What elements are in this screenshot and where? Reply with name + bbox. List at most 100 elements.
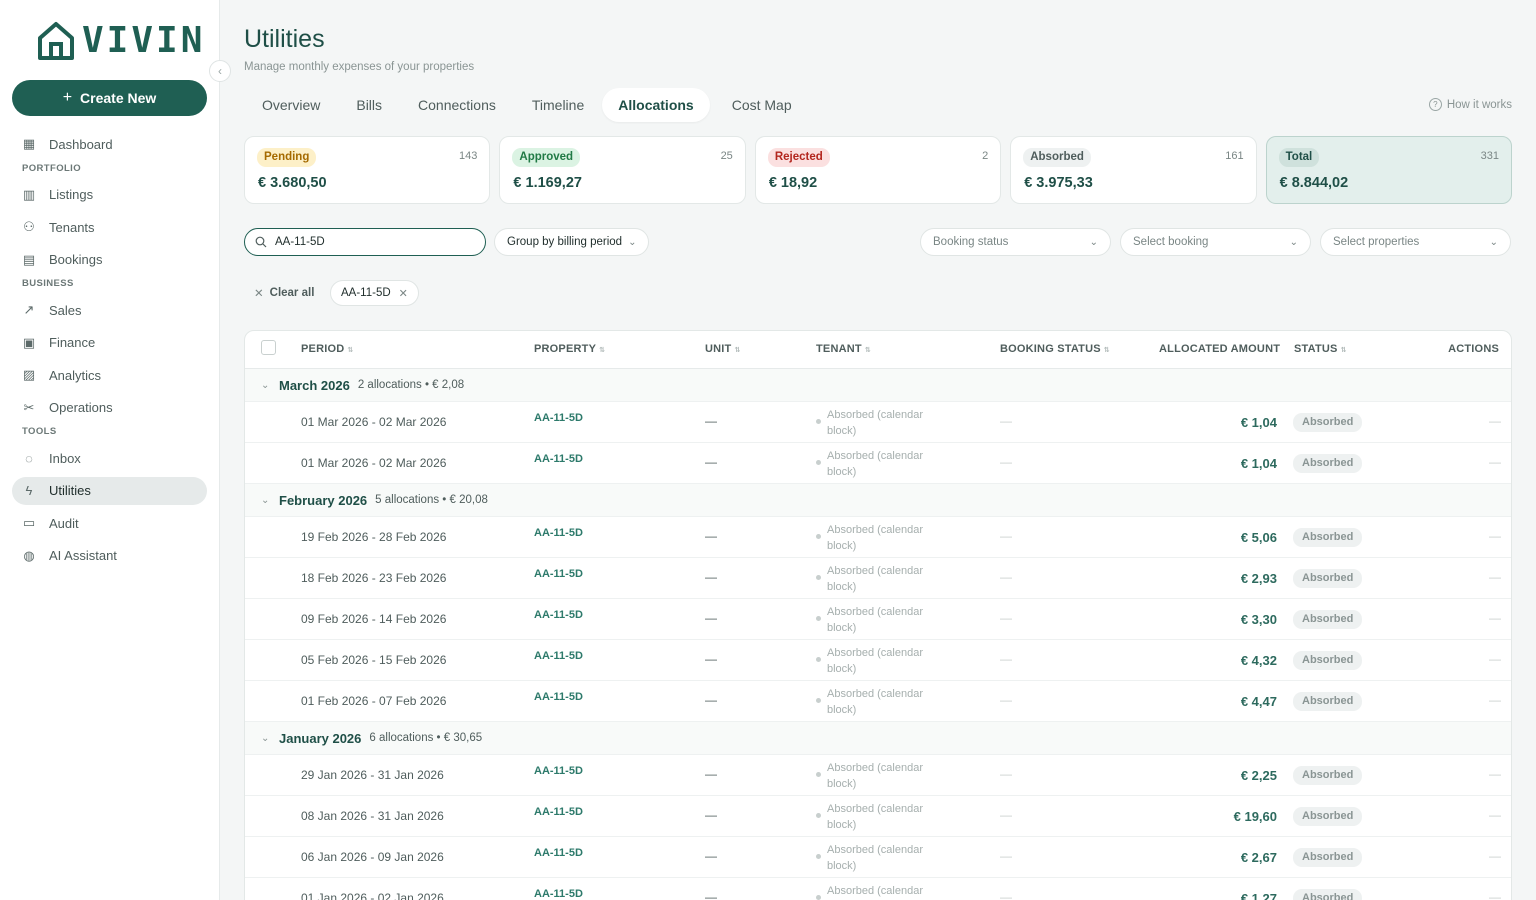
col-tenant[interactable]: TENANT ⇅ xyxy=(816,343,871,355)
how-it-works-link[interactable]: ? How it works xyxy=(1428,98,1512,111)
tab-timeline[interactable]: Timeline xyxy=(514,88,598,122)
col-period[interactable]: PERIOD ⇅ xyxy=(301,343,353,355)
nav-section-label: TOOLS xyxy=(22,426,57,437)
group-row[interactable]: ⌄ February 2026 5 allocations • € 20,08 xyxy=(245,484,1511,517)
sidebar-item-finance[interactable]: ▣ Finance xyxy=(12,329,207,357)
sidebar-item-utilities[interactable]: ϟ Utilities xyxy=(12,476,207,505)
create-new-button[interactable]: + Create New xyxy=(12,80,207,116)
group-row[interactable]: ⌄ March 2026 2 allocations • € 2,08 xyxy=(245,369,1511,402)
sidebar-item-ai-assistant[interactable]: ◍ AI Assistant xyxy=(12,542,207,570)
actions-cell[interactable]: — xyxy=(1489,652,1501,666)
actions-cell[interactable]: — xyxy=(1489,414,1501,428)
sidebar-item-inbox[interactable]: ◌ Inbox xyxy=(12,444,207,472)
tab-connections[interactable]: Connections xyxy=(400,88,510,122)
summary-cards: Pending 143 € 3.680,50 Approved 25 € 1.169,27… xyxy=(244,136,1513,204)
search-field[interactable] xyxy=(244,228,486,256)
brand-logo[interactable]: VIVIN xyxy=(36,20,205,62)
select-properties-dropdown[interactable]: Select properties ⌄ xyxy=(1320,228,1511,256)
allocated-amount: € 19,60 xyxy=(1233,809,1277,824)
tab-bills[interactable]: Bills xyxy=(338,88,396,122)
property-link[interactable]: AA-11-5D xyxy=(534,568,583,580)
actions-cell[interactable]: — xyxy=(1489,570,1501,584)
sidebar-item-label: Dashboard xyxy=(49,136,113,152)
property-link[interactable]: AA-11-5D xyxy=(534,453,583,465)
col-booking-status[interactable]: BOOKING STATUS ⇅ xyxy=(1000,343,1110,355)
actions-cell[interactable]: — xyxy=(1489,693,1501,707)
table-row[interactable]: 01 Feb 2026 - 07 Feb 2026 AA-11-5D — Absorb… xyxy=(245,681,1511,722)
summary-card-approved[interactable]: Approved 25 € 1.169,27 xyxy=(499,136,746,204)
select-booking-dropdown[interactable]: Select booking ⌄ xyxy=(1120,228,1311,256)
table-row[interactable]: 29 Jan 2026 - 31 Jan 2026 AA-11-5D — Absorb… xyxy=(245,755,1511,796)
table-row[interactable]: 08 Jan 2026 - 31 Jan 2026 AA-11-5D — Absorb… xyxy=(245,796,1511,837)
sidebar-item-label: Sales xyxy=(49,302,82,318)
table-row[interactable]: 01 Mar 2026 - 02 Mar 2026 AA-11-5D — Absorb… xyxy=(245,402,1511,443)
tab-allocations[interactable]: Allocations xyxy=(602,88,710,122)
property-link[interactable]: AA-11-5D xyxy=(534,806,583,818)
property-link[interactable]: AA-11-5D xyxy=(534,650,583,662)
unit-cell: — xyxy=(705,808,717,822)
period-cell: 29 Jan 2026 - 31 Jan 2026 xyxy=(301,768,444,782)
booking-status-dropdown[interactable]: Booking status ⌄ xyxy=(920,228,1111,256)
allocations-table: PERIOD ⇅ PROPERTY ⇅ UNIT ⇅ TENANT ⇅ BOOKING … xyxy=(244,330,1512,900)
property-link[interactable]: AA-11-5D xyxy=(534,691,583,703)
table-row[interactable]: 09 Feb 2026 - 14 Feb 2026 AA-11-5D — Absorb… xyxy=(245,599,1511,640)
sidebar-item-label: Utilities xyxy=(49,483,91,498)
table-row[interactable]: 19 Feb 2026 - 28 Feb 2026 AA-11-5D — Absorb… xyxy=(245,517,1511,558)
actions-cell[interactable]: — xyxy=(1489,808,1501,822)
summary-card-rejected[interactable]: Rejected 2 € 18,92 xyxy=(754,136,1002,204)
collapse-sidebar-button[interactable]: ‹ xyxy=(209,60,231,82)
sidebar-item-tenants[interactable]: ⚇ Tenants xyxy=(12,213,207,241)
sidebar-item-bookings[interactable]: ▤ Bookings xyxy=(12,246,207,274)
chevron-down-icon[interactable]: ⌄ xyxy=(261,380,271,391)
col-property[interactable]: PROPERTY ⇅ xyxy=(534,343,605,355)
table-row[interactable]: 01 Jan 2026 - 02 Jan 2026 AA-11-5D — Absorb… xyxy=(245,878,1511,900)
sidebar-item-dashboard[interactable]: ▦ Dashboard xyxy=(12,130,207,158)
actions-cell[interactable]: — xyxy=(1489,890,1501,900)
actions-cell[interactable]: — xyxy=(1489,455,1501,469)
summary-card-absorbed[interactable]: Absorbed 161 € 3.975,33 xyxy=(1010,136,1257,204)
select-all-checkbox[interactable] xyxy=(261,340,276,355)
status-badge: Absorbed xyxy=(1293,413,1363,432)
sidebar-item-listings[interactable]: ▥ Listings xyxy=(12,181,207,209)
sidebar-item-audit[interactable]: ▭ Audit xyxy=(12,509,207,537)
actions-cell[interactable]: — xyxy=(1489,767,1501,781)
actions-cell[interactable]: — xyxy=(1489,849,1501,863)
period-cell: 01 Feb 2026 - 07 Feb 2026 xyxy=(301,694,447,708)
status-dot-icon xyxy=(816,813,821,818)
chevron-down-icon[interactable]: ⌄ xyxy=(261,733,271,744)
table-row[interactable]: 05 Feb 2026 - 15 Feb 2026 AA-11-5D — Absorb… xyxy=(245,640,1511,681)
allocated-amount: € 4,47 xyxy=(1240,694,1277,709)
clear-all-button[interactable]: ✕ Clear all xyxy=(254,286,314,300)
tenant-cell: Absorbed (calendar block) xyxy=(816,563,947,595)
property-link[interactable]: AA-11-5D xyxy=(534,765,583,777)
table-row[interactable]: 01 Mar 2026 - 02 Mar 2026 AA-11-5D — Absorb… xyxy=(245,443,1511,484)
chevron-down-icon[interactable]: ⌄ xyxy=(261,495,271,506)
status-badge: Absorbed xyxy=(1293,569,1363,588)
sidebar-item-sales[interactable]: ↗ Sales xyxy=(12,296,207,324)
table-row[interactable]: 06 Jan 2026 - 09 Jan 2026 AA-11-5D — Absorb… xyxy=(245,837,1511,878)
status-badge: Absorbed xyxy=(1293,651,1363,670)
search-input[interactable] xyxy=(275,236,465,248)
group-row[interactable]: ⌄ January 2026 6 allocations • € 30,65 xyxy=(245,722,1511,755)
summary-card-pending[interactable]: Pending 143 € 3.680,50 xyxy=(244,136,491,204)
property-link[interactable]: AA-11-5D xyxy=(534,609,583,621)
actions-cell[interactable]: — xyxy=(1489,611,1501,625)
tenant-cell: Absorbed (calendar block) xyxy=(816,407,947,439)
property-link[interactable]: AA-11-5D xyxy=(534,888,583,900)
sidebar-item-operations[interactable]: ✂ Operations xyxy=(12,394,207,422)
sidebar-item-analytics[interactable]: ▨ Analytics xyxy=(12,361,207,389)
property-link[interactable]: AA-11-5D xyxy=(534,847,583,859)
col-unit[interactable]: UNIT ⇅ xyxy=(705,343,741,355)
actions-cell[interactable]: — xyxy=(1489,529,1501,543)
filter-chip[interactable]: AA-11-5D ✕ xyxy=(330,280,419,306)
property-link[interactable]: AA-11-5D xyxy=(534,527,583,539)
summary-card-total[interactable]: Total 331 € 8.844,02 xyxy=(1265,136,1513,204)
group-by-dropdown[interactable]: Group by billing period ⌄ xyxy=(494,228,650,256)
remove-chip-icon[interactable]: ✕ xyxy=(399,287,408,300)
col-status[interactable]: STATUS ⇅ xyxy=(1294,343,1347,355)
tab-cost-map[interactable]: Cost Map xyxy=(714,88,806,122)
table-row[interactable]: 18 Feb 2026 - 23 Feb 2026 AA-11-5D — Absorb… xyxy=(245,558,1511,599)
col-allocated-amount[interactable]: ALLOCATED AMOUNT xyxy=(1159,343,1280,355)
tab-overview[interactable]: Overview xyxy=(244,88,334,122)
property-link[interactable]: AA-11-5D xyxy=(534,412,583,424)
